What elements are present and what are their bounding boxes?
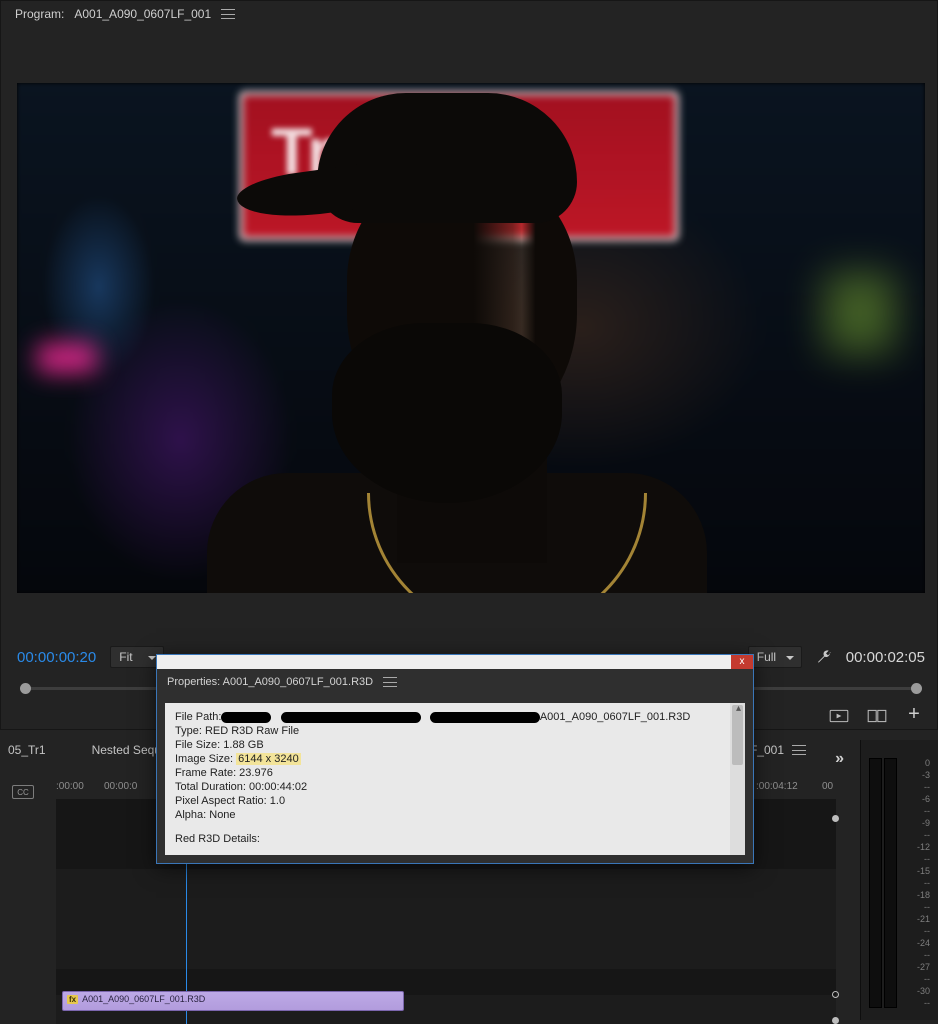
- program-clip-name: A001_A090_0607LF_001: [74, 7, 211, 21]
- active-sequence-tab[interactable]: .F_001: [747, 743, 806, 757]
- marker-dot[interactable]: [832, 815, 839, 822]
- dialog-menu-icon[interactable]: [383, 677, 397, 687]
- scroll-up-icon[interactable]: ▴: [736, 703, 741, 714]
- prop-image-size: Image Size: 6144 x 3240: [175, 753, 735, 765]
- neon-glow-pink: [37, 343, 97, 373]
- resolution-dropdown[interactable]: Full: [748, 646, 802, 668]
- prop-par: Pixel Aspect Ratio: 1.0: [175, 795, 735, 807]
- dialog-titlebar[interactable]: x: [157, 655, 753, 669]
- scrubber-out-handle[interactable]: [911, 683, 922, 694]
- tab-1[interactable]: 05_Tr1: [0, 743, 54, 757]
- timeline-clip[interactable]: fx A001_A090_0607LF_001.R3D: [62, 991, 404, 1011]
- prop-file-path: File Path: A001_A090_0607LF_001.R3D: [175, 711, 735, 723]
- panel-menu-icon[interactable]: [221, 9, 235, 19]
- fx-badge: fx: [67, 995, 78, 1004]
- properties-dialog: x Properties: A001_A090_0607LF_001.R3D F…: [156, 654, 754, 864]
- prop-alpha: Alpha: None: [175, 809, 735, 821]
- ruler-tick: :00:04:12: [756, 781, 798, 792]
- prop-total-duration: Total Duration: 00:00:44:02: [175, 781, 735, 793]
- db-scale: 0 -3 -- -6 -- -9 -- -12 -- -15 -- -18 --…: [902, 758, 930, 1008]
- duration-timecode: 00:00:02:05: [846, 649, 925, 666]
- program-monitor-panel: Program: A001_A090_0607LF_001 Tr 00:00:0…: [0, 0, 938, 730]
- prop-frame-rate: Frame Rate: 23.976: [175, 767, 735, 779]
- ruler-tick: :00:00: [56, 781, 84, 792]
- monitor-icon-row: +: [829, 707, 923, 725]
- neon-glow-green: [825, 273, 895, 353]
- sequence-menu-icon[interactable]: [792, 745, 806, 755]
- dialog-scrollbar[interactable]: [730, 703, 745, 855]
- button-editor-plus-icon[interactable]: +: [905, 707, 923, 725]
- prop-file-size: File Size: 1.88 GB: [175, 739, 735, 751]
- tabs-overflow-icon[interactable]: »: [835, 750, 844, 768]
- ruler-tick: 00: [822, 781, 833, 792]
- program-header: Program: A001_A090_0607LF_001: [1, 1, 937, 27]
- image-size-value: 6144 x 3240: [236, 753, 301, 765]
- scrollbar-thumb[interactable]: [732, 705, 743, 765]
- scrubber-in-handle[interactable]: [20, 683, 31, 694]
- subject-silhouette: [197, 93, 677, 593]
- marker-dot[interactable]: [832, 991, 839, 998]
- comparison-view-icon[interactable]: [867, 708, 887, 724]
- close-button[interactable]: x: [731, 655, 753, 669]
- export-frame-icon[interactable]: [829, 708, 849, 724]
- dialog-title: Properties: A001_A090_0607LF_001.R3D: [167, 676, 373, 688]
- audio-meters: 0 -3 -- -6 -- -9 -- -12 -- -15 -- -18 --…: [860, 740, 938, 1020]
- marker-dot[interactable]: [832, 1017, 839, 1024]
- video-preview[interactable]: Tr: [17, 83, 925, 593]
- dialog-header: Properties: A001_A090_0607LF_001.R3D: [157, 669, 753, 695]
- settings-wrench-icon[interactable]: [816, 648, 832, 667]
- meter-right: [884, 758, 897, 1008]
- properties-body: File Path: A001_A090_0607LF_001.R3D Type…: [165, 703, 745, 855]
- program-label: Program:: [15, 7, 64, 21]
- clip-label: A001_A090_0607LF_001.R3D: [82, 994, 205, 1004]
- current-timecode[interactable]: 00:00:00:20: [17, 649, 96, 666]
- ruler-tick: 00:00:0: [104, 781, 137, 792]
- meter-channels: [869, 758, 899, 1008]
- prop-r3d-details: Red R3D Details:: [175, 833, 735, 845]
- meter-left: [869, 758, 882, 1008]
- prop-type: Type: RED R3D Raw File: [175, 725, 735, 737]
